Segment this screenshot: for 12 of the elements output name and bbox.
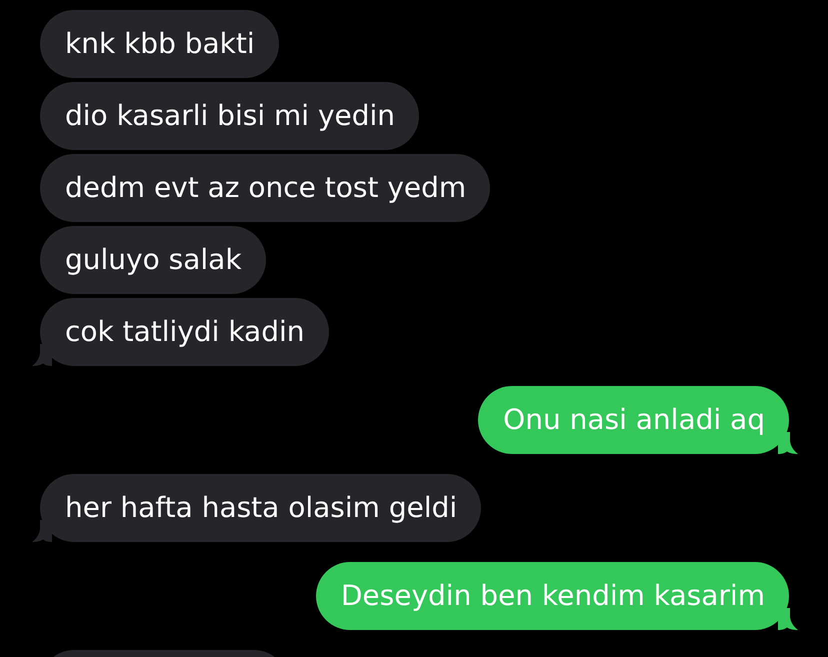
received-message-bubble: dedm evt az once tost yedm [40,154,490,222]
received-message-bubble: knk kbb bakti [40,10,279,78]
received-message-bubble: guluyo salak [40,226,266,294]
sent-message-bubble: Onu nasi anladi aq [478,386,789,454]
bubble-tail-icon [32,520,52,542]
received-message-bubble: cok tatliydi kadin [40,298,329,366]
received-message-bubble: her hafta hasta olasim geldi [40,474,482,542]
sent-message-bubble: Deseydin ben kendim kasarim [316,562,789,630]
bubble-tail-icon [778,608,798,630]
bubble-tail-icon [32,344,52,366]
bubble-tail-icon [778,432,798,454]
received-message-bubble: dio kasarli bisi mi yedin [40,82,420,150]
